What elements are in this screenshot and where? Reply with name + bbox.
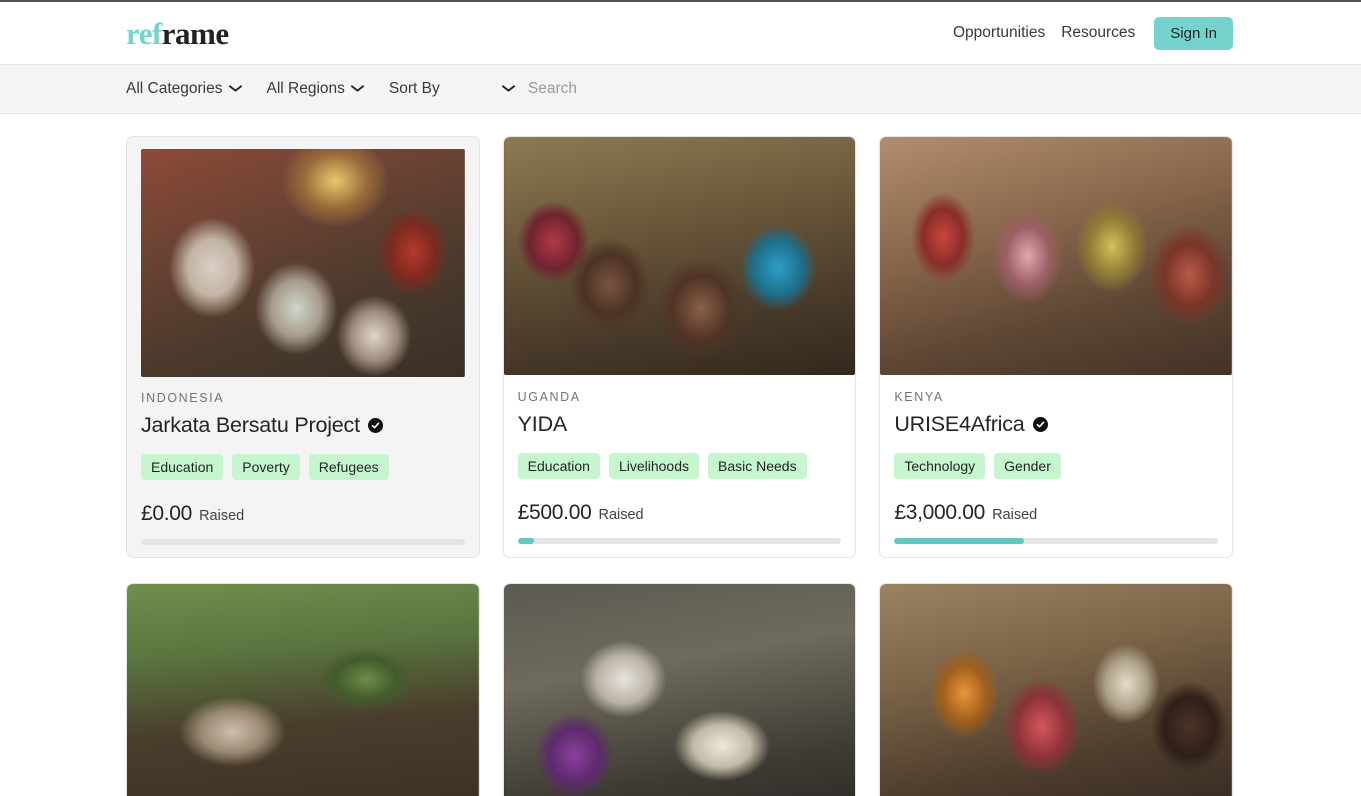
tag[interactable]: Refugees (308, 454, 389, 481)
tag[interactable]: Poverty (232, 454, 300, 481)
opportunity-card-image (127, 584, 479, 796)
chevron-down-icon (350, 83, 365, 95)
funding-progress-bar (141, 539, 465, 546)
opportunity-title-row: URISE4Africa (894, 412, 1218, 437)
logo-rame-text: rame (161, 15, 229, 51)
raised-amount: £0.00 (141, 502, 193, 526)
opportunity-tags: Technology Gender (894, 453, 1218, 480)
category-filter-dropdown[interactable]: All Categories (126, 80, 242, 98)
opportunity-title-row: YIDA (518, 412, 842, 437)
tag[interactable]: Education (517, 453, 600, 480)
funding-progress-bar (517, 538, 842, 545)
nav-link-opportunities[interactable]: Opportunities (951, 20, 1047, 46)
opportunity-card-image (503, 137, 856, 375)
opportunity-tags: Education Poverty Refugees (141, 454, 465, 481)
opportunity-name: URISE4Africa (894, 412, 1025, 436)
main-nav: Opportunities Resources Sign In (951, 16, 1233, 50)
opportunity-country: UGANDA (517, 390, 581, 404)
funding-progress-fill (894, 538, 1024, 545)
chevron-down-icon (501, 83, 516, 95)
opportunity-name: YIDA (517, 412, 568, 436)
opportunity-card-body: KENYA URISE4Africa Technology Gender £3,… (880, 375, 1232, 557)
opportunities-grid-wrapper: INDONESIA Jarkata Bersatu Project Educat… (0, 114, 1361, 796)
site-header: reframe Opportunities Resources Sign In (0, 2, 1361, 65)
raised-amount: £500.00 (517, 501, 592, 525)
opportunity-card[interactable] (879, 583, 1233, 796)
tag[interactable]: Livelihoods (608, 453, 699, 480)
tag[interactable]: Education (141, 454, 224, 481)
funding-progress-fill (517, 538, 534, 545)
category-filter-label: All Categories (126, 80, 223, 97)
opportunity-card-body: INDONESIA Jarkata Bersatu Project Educat… (127, 377, 479, 557)
opportunity-raised-row: £500.00 Raised (518, 501, 842, 525)
sign-in-button[interactable]: Sign In (1154, 16, 1233, 50)
opportunity-country: KENYA (894, 390, 944, 404)
opportunity-card[interactable]: INDONESIA Jarkata Bersatu Project Educat… (126, 136, 480, 559)
opportunity-name: Jarkata Bersatu Project (141, 413, 360, 437)
opportunity-title-row: Jarkata Bersatu Project (141, 413, 465, 438)
site-logo[interactable]: reframe (126, 18, 229, 49)
chevron-down-icon (228, 83, 242, 95)
opportunity-card[interactable] (126, 583, 480, 796)
tag[interactable]: Technology (894, 453, 986, 480)
opportunity-card-image (503, 584, 856, 796)
region-filter-label: All Regions (266, 80, 345, 97)
verified-badge-icon (1032, 417, 1048, 432)
opportunity-card[interactable]: KENYA URISE4Africa Technology Gender £3,… (879, 136, 1233, 559)
filter-bar: All Categories All Regions Sort By (0, 65, 1361, 114)
raised-label: Raised (992, 507, 1038, 524)
opportunities-grid: INDONESIA Jarkata Bersatu Project Educat… (126, 136, 1233, 796)
opportunity-raised-row: £3,000.00 Raised (894, 501, 1218, 525)
tag[interactable]: Basic Needs (708, 453, 807, 480)
raised-label: Raised (199, 508, 245, 525)
opportunity-card-image (880, 584, 1232, 796)
logo-ref-text: ref (126, 15, 162, 51)
region-filter-dropdown[interactable]: All Regions (266, 80, 365, 98)
sort-by-label: Sort By (388, 80, 440, 97)
verified-badge-icon (367, 418, 383, 433)
raised-label: Raised (598, 507, 644, 524)
opportunity-card[interactable]: UGANDA YIDA Education Livelihoods Basic … (502, 136, 857, 559)
opportunity-raised-row: £0.00 Raised (141, 502, 465, 526)
opportunity-card-image (880, 137, 1232, 375)
nav-link-resources[interactable]: Resources (1059, 20, 1137, 46)
opportunity-country: INDONESIA (141, 391, 225, 405)
funding-progress-bar (894, 538, 1218, 545)
tag[interactable]: Gender (994, 453, 1061, 480)
opportunity-card-image (141, 149, 465, 377)
search-input[interactable] (527, 78, 778, 100)
opportunity-tags: Education Livelihoods Basic Needs (517, 453, 842, 480)
sort-by-dropdown[interactable]: Sort By (388, 80, 516, 98)
opportunity-card[interactable] (502, 583, 857, 796)
opportunity-card-body: UGANDA YIDA Education Livelihoods Basic … (504, 375, 856, 557)
raised-amount: £3,000.00 (894, 501, 986, 525)
